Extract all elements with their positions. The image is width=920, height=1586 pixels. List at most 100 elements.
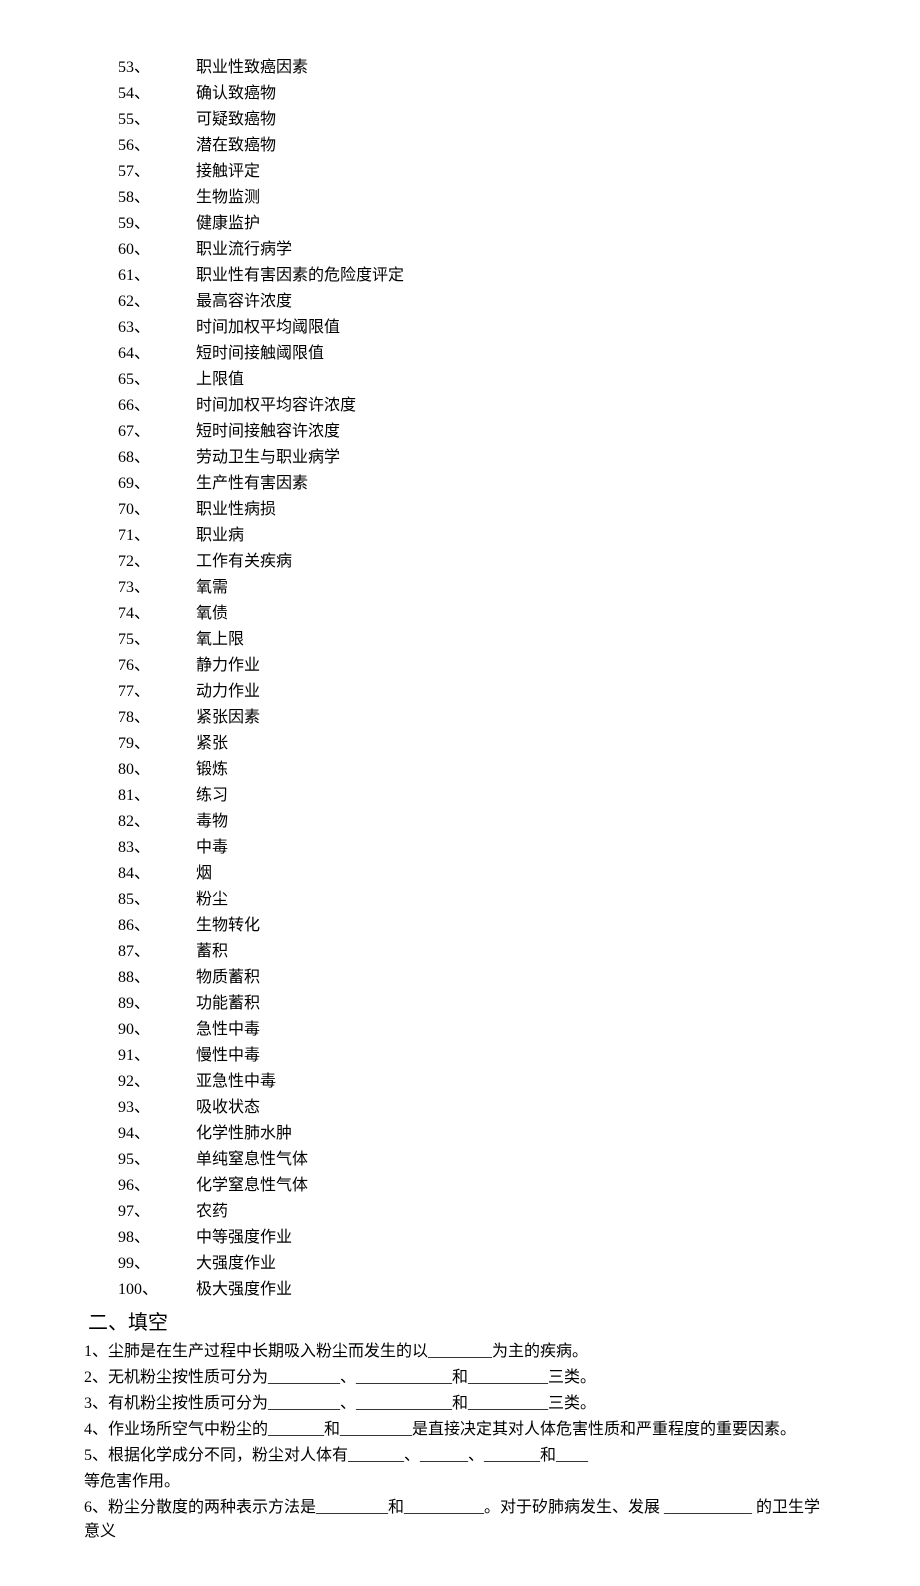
term-number: 91、 [118,1044,196,1068]
term-text: 物质蓄积 [196,966,830,990]
term-text: 粉尘 [196,888,830,912]
term-number: 86、 [118,914,196,938]
term-item: 89、功能蓄积 [118,992,830,1016]
term-number: 54、 [118,82,196,106]
term-text: 上限值 [196,368,830,392]
term-text: 氧债 [196,602,830,626]
term-item: 58、生物监测 [118,186,830,210]
term-number: 100、 [118,1278,196,1302]
term-text: 劳动卫生与职业病学 [196,446,830,470]
term-item: 85、粉尘 [118,888,830,912]
term-number: 60、 [118,238,196,262]
term-number: 64、 [118,342,196,366]
fill-blank-item: 2、无机粉尘按性质可分为_________、____________和_____… [84,1366,830,1390]
term-number: 53、 [118,56,196,80]
term-number: 66、 [118,394,196,418]
term-item: 64、短时间接触阈限值 [118,342,830,366]
term-text: 紧张 [196,732,830,756]
term-item: 76、静力作业 [118,654,830,678]
term-text: 练习 [196,784,830,808]
fill-blank-item: 等危害作用。 [84,1470,830,1494]
term-text: 短时间接触容许浓度 [196,420,830,444]
term-number: 98、 [118,1226,196,1250]
term-number: 97、 [118,1200,196,1224]
term-number: 76、 [118,654,196,678]
fill-blank-list: 1、尘肺是在生产过程中长期吸入粉尘而发生的以________为主的疾病。2、无机… [90,1340,830,1544]
term-item: 99、大强度作业 [118,1252,830,1276]
term-text: 中等强度作业 [196,1226,830,1250]
term-item: 84、烟 [118,862,830,886]
term-text: 氧需 [196,576,830,600]
term-number: 96、 [118,1174,196,1198]
term-number: 84、 [118,862,196,886]
term-number: 93、 [118,1096,196,1120]
term-number: 55、 [118,108,196,132]
term-text: 功能蓄积 [196,992,830,1016]
term-text: 职业病 [196,524,830,548]
term-number: 88、 [118,966,196,990]
term-item: 62、最高容许浓度 [118,290,830,314]
term-text: 动力作业 [196,680,830,704]
term-item: 98、中等强度作业 [118,1226,830,1250]
term-item: 56、潜在致癌物 [118,134,830,158]
term-number: 95、 [118,1148,196,1172]
term-number: 59、 [118,212,196,236]
term-item: 75、氧上限 [118,628,830,652]
term-item: 65、上限值 [118,368,830,392]
fill-blank-item: 5、根据化学成分不同，粉尘对人体有_______、______、_______和… [84,1444,830,1468]
term-number: 89、 [118,992,196,1016]
term-item: 96、化学窒息性气体 [118,1174,830,1198]
term-number: 79、 [118,732,196,756]
term-item: 87、蓄积 [118,940,830,964]
term-number: 87、 [118,940,196,964]
term-text: 烟 [196,862,830,886]
term-item: 81、练习 [118,784,830,808]
term-item: 61、职业性有害因素的危险度评定 [118,264,830,288]
term-number: 94、 [118,1122,196,1146]
term-item: 72、工作有关疾病 [118,550,830,574]
term-text: 极大强度作业 [196,1278,830,1302]
term-item: 100、极大强度作业 [118,1278,830,1302]
term-text: 生物转化 [196,914,830,938]
term-item: 59、健康监护 [118,212,830,236]
term-item: 91、慢性中毒 [118,1044,830,1068]
term-number: 83、 [118,836,196,860]
term-text: 职业性有害因素的危险度评定 [196,264,830,288]
term-text: 锻炼 [196,758,830,782]
term-number: 74、 [118,602,196,626]
fill-blank-item: 4、作业场所空气中粉尘的_______和_________是直接决定其对人体危害… [84,1418,830,1442]
term-number: 58、 [118,186,196,210]
fill-blank-item: 1、尘肺是在生产过程中长期吸入粉尘而发生的以________为主的疾病。 [84,1340,830,1364]
term-number: 61、 [118,264,196,288]
term-item: 90、急性中毒 [118,1018,830,1042]
term-text: 最高容许浓度 [196,290,830,314]
term-text: 单纯窒息性气体 [196,1148,830,1172]
term-text: 氧上限 [196,628,830,652]
term-text: 毒物 [196,810,830,834]
term-text: 急性中毒 [196,1018,830,1042]
term-text: 亚急性中毒 [196,1070,830,1094]
term-item: 69、生产性有害因素 [118,472,830,496]
term-item: 66、时间加权平均容许浓度 [118,394,830,418]
term-item: 94、化学性肺水肿 [118,1122,830,1146]
term-text: 时间加权平均阈限值 [196,316,830,340]
term-item: 68、劳动卫生与职业病学 [118,446,830,470]
term-number: 90、 [118,1018,196,1042]
term-number: 73、 [118,576,196,600]
term-item: 55、可疑致癌物 [118,108,830,132]
term-item: 54、确认致癌物 [118,82,830,106]
term-text: 大强度作业 [196,1252,830,1276]
term-number: 70、 [118,498,196,522]
term-item: 71、职业病 [118,524,830,548]
term-text: 慢性中毒 [196,1044,830,1068]
term-item: 86、生物转化 [118,914,830,938]
section-heading-fill: 二、填空 [88,1308,830,1338]
term-text: 化学性肺水肿 [196,1122,830,1146]
term-text: 职业流行病学 [196,238,830,262]
term-number: 75、 [118,628,196,652]
term-number: 80、 [118,758,196,782]
term-item: 82、毒物 [118,810,830,834]
term-text: 蓄积 [196,940,830,964]
term-number: 99、 [118,1252,196,1276]
term-number: 62、 [118,290,196,314]
